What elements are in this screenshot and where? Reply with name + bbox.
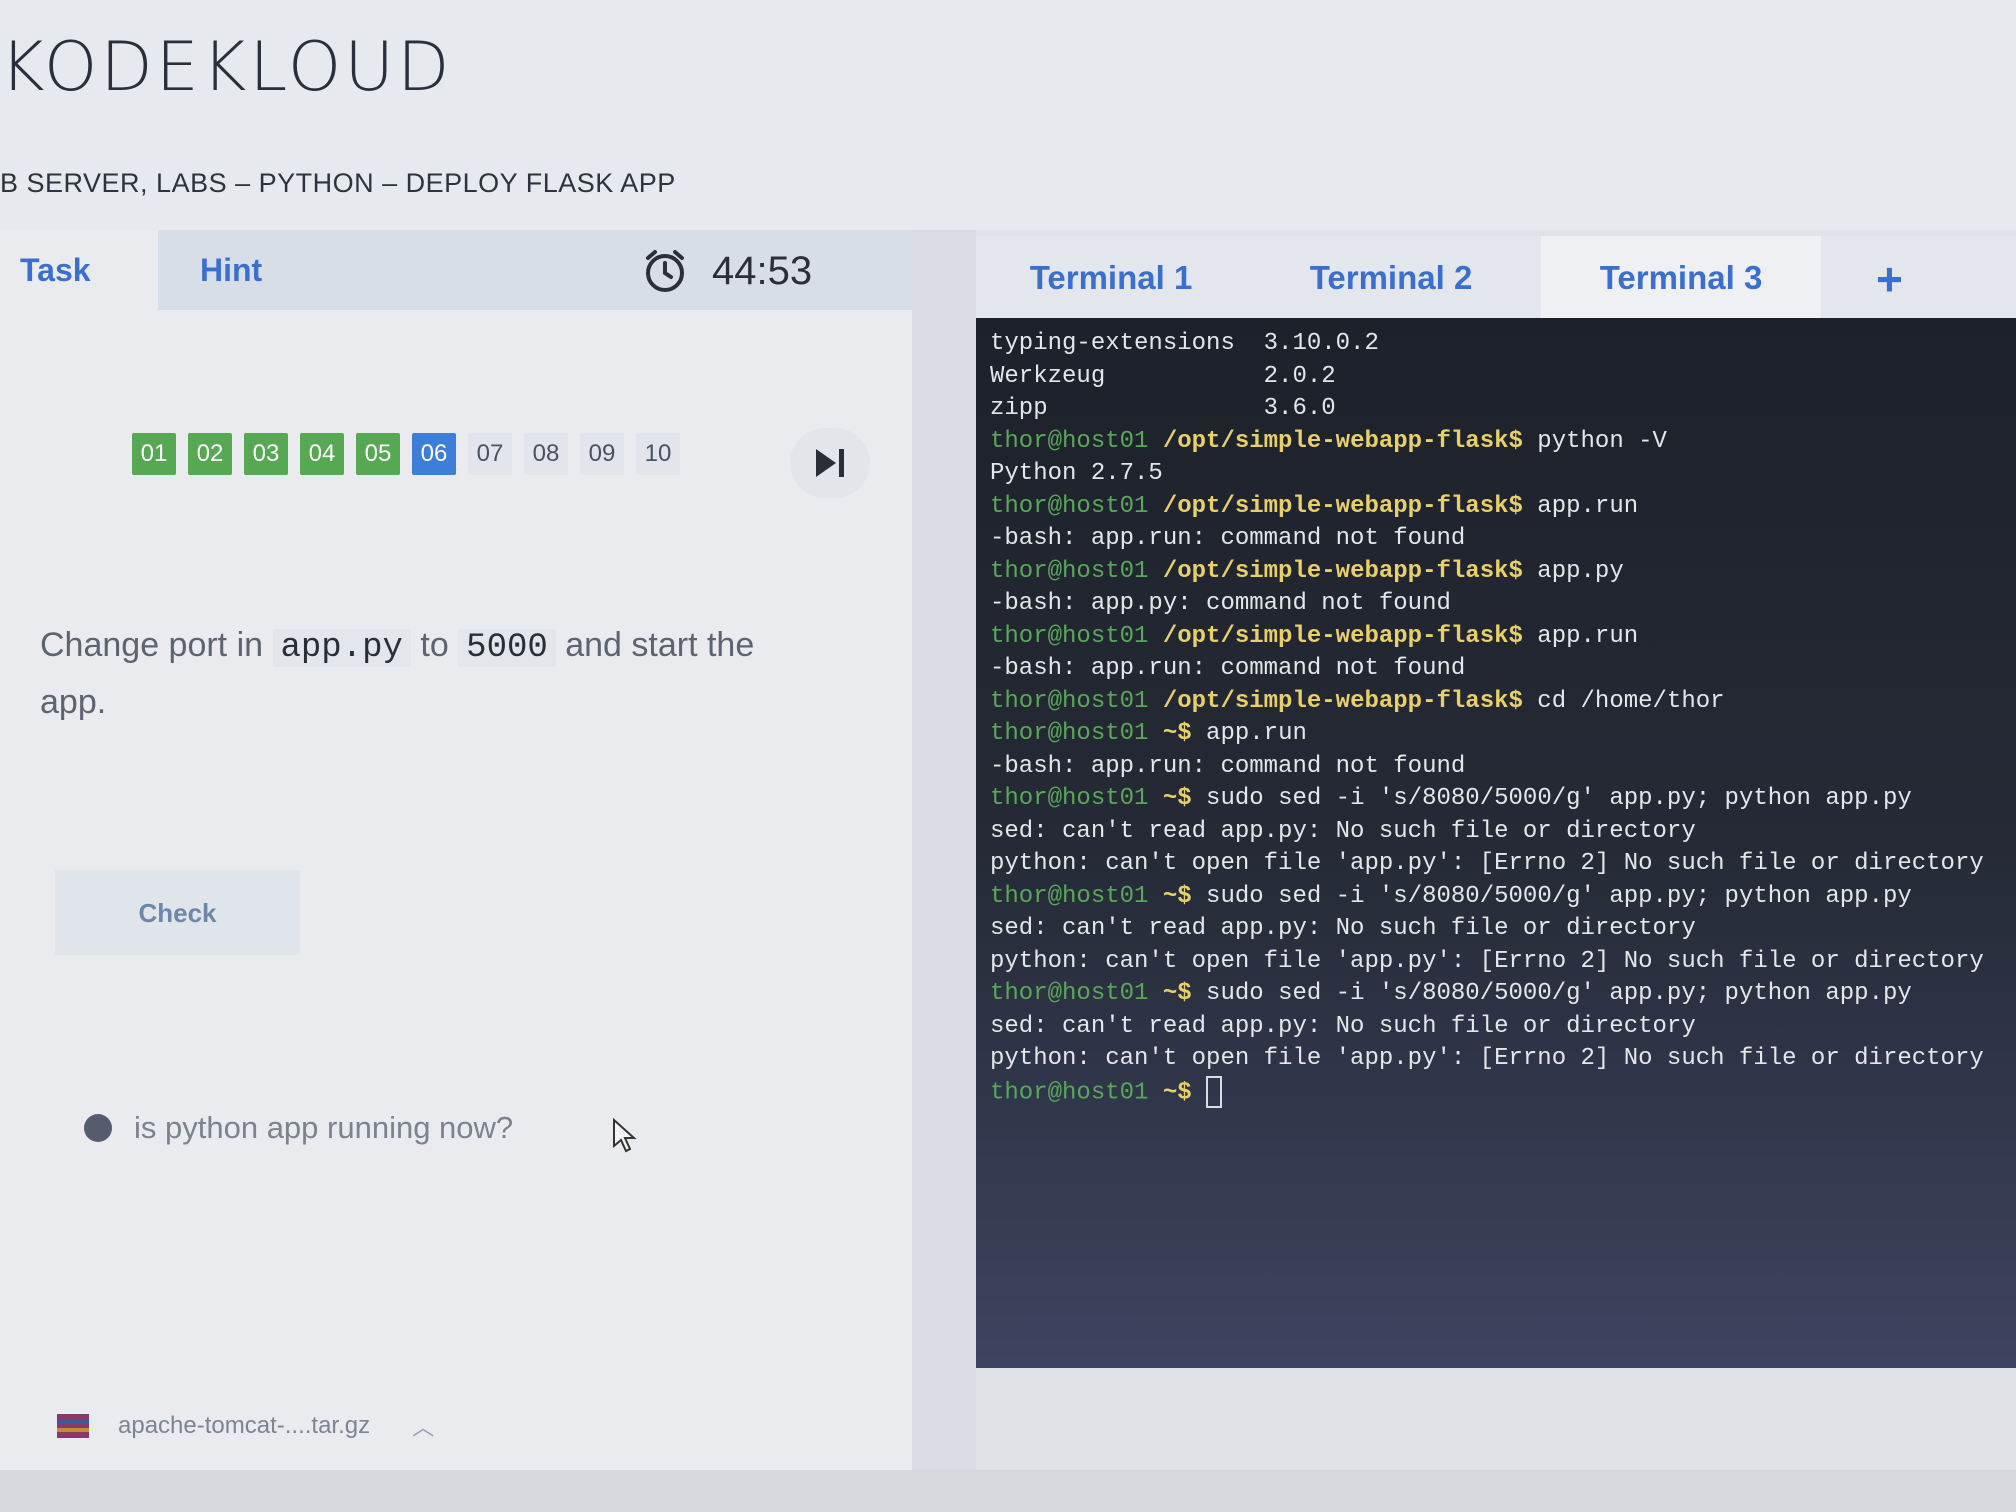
mouse-pointer-icon bbox=[613, 1118, 637, 1153]
tab-terminal-1[interactable]: Terminal 1 bbox=[976, 236, 1246, 320]
prompt-command: sudo sed -i 's/8080/5000/g' app.py; pyth… bbox=[1191, 980, 1912, 1007]
prompt-command bbox=[1192, 1079, 1206, 1106]
question-number-02[interactable]: 02 bbox=[188, 433, 232, 475]
prompt-command: app.run bbox=[1522, 492, 1639, 520]
terminal-line: -bash: app.run: command not found bbox=[990, 655, 1466, 682]
terminal-tabs: Terminal 1 Terminal 2 Terminal 3 bbox=[976, 236, 2016, 320]
tab-terminal-2[interactable]: Terminal 2 bbox=[1261, 236, 1521, 320]
panel-divider[interactable] bbox=[912, 230, 976, 1512]
question-number-03[interactable]: 03 bbox=[244, 433, 288, 475]
terminal-cursor bbox=[1206, 1075, 1223, 1108]
prompt-path: ~$ bbox=[1148, 882, 1192, 910]
download-item[interactable]: apache-tomcat-....tar.gz ︿ bbox=[56, 1410, 434, 1442]
prompt-user: thor@host01 bbox=[990, 687, 1149, 715]
question-number-09[interactable]: 09 bbox=[580, 433, 624, 475]
terminal-line: python: can't open file 'app.py': [Errno… bbox=[990, 850, 1984, 877]
add-terminal-button[interactable]: + bbox=[1876, 252, 1903, 306]
terminal-line: python: can't open file 'app.py': [Errno… bbox=[990, 947, 1984, 975]
prompt-command: sudo sed -i 's/8080/5000/g' app.py; pyth… bbox=[1191, 785, 1912, 812]
task-panel: Task Hint 44:53 01 02 03 04 05 06 07 08 09 10 Cha… bbox=[0, 230, 912, 1512]
prompt-path: ~$ bbox=[1148, 720, 1192, 747]
skip-next-button[interactable] bbox=[790, 428, 870, 498]
terminal-line: typing-extensions 3.10.0.2 bbox=[990, 330, 1379, 357]
prompt-command: cd /home/thor bbox=[1522, 687, 1725, 715]
question-number-06[interactable]: 06 bbox=[412, 433, 456, 475]
task-code-port: 5000 bbox=[458, 629, 556, 667]
prompt-user: thor@host01 bbox=[990, 882, 1149, 910]
terminal-line: python: can't open file 'app.py': [Errno… bbox=[990, 1045, 1984, 1072]
terminal-line: thor@host01 /opt/simple-webapp-flask$ cd… bbox=[990, 686, 2002, 719]
prompt-path: /opt/simple-webapp-flask$ bbox=[1148, 622, 1523, 650]
terminal-line: thor@host01 ~$ app.run bbox=[990, 718, 2002, 751]
question-text: is python app running now? bbox=[134, 1110, 514, 1145]
terminal-line: thor@host01 /opt/simple-webapp-flask$ ap… bbox=[990, 556, 2002, 589]
timer-value: 44:53 bbox=[712, 248, 813, 293]
prompt-command: app.run bbox=[1191, 720, 1307, 747]
prompt-user: thor@host01 bbox=[990, 427, 1149, 455]
prompt-user: thor@host01 bbox=[990, 720, 1149, 747]
terminal-line: thor@host01 ~$ sudo sed -i 's/8080/5000/… bbox=[990, 783, 2002, 816]
breadcrumb: B SERVER, LABS – PYTHON – DEPLOY FLASK A… bbox=[0, 168, 676, 198]
question-item[interactable]: is python app running now? bbox=[84, 1110, 513, 1146]
task-description: Change port in app.py to 5000 and start … bbox=[40, 618, 800, 729]
prompt-command: app.py bbox=[1522, 557, 1624, 585]
prompt-user: thor@host01 bbox=[990, 785, 1149, 812]
task-text-mid: to bbox=[410, 626, 459, 664]
prompt-command: sudo sed -i 's/8080/5000/g' app.py; pyth… bbox=[1191, 882, 1912, 910]
prompt-user: thor@host01 bbox=[990, 980, 1149, 1007]
terminal-output[interactable]: typing-extensions 3.10.0.2 Werkzeug 2.0.2… bbox=[976, 318, 2016, 1368]
kodekloud-logo: KODEKLOUD bbox=[0, 28, 453, 107]
prompt-path: /opt/simple-webapp-flask$ bbox=[1148, 427, 1523, 455]
tab-terminal-3[interactable]: Terminal 3 bbox=[1541, 236, 1821, 320]
terminal-line: thor@host01 ~$ bbox=[990, 1075, 2002, 1109]
terminal-line: sed: can't read app.py: No such file or … bbox=[990, 915, 1696, 942]
archive-file-icon bbox=[57, 1414, 89, 1438]
terminal-line: thor@host01 ~$ sudo sed -i 's/8080/5000/… bbox=[990, 881, 2002, 914]
radio-dot[interactable] bbox=[84, 1114, 112, 1142]
terminal-line: Werkzeug 2.0.2 bbox=[990, 362, 1336, 390]
task-tabs: Task Hint 44:53 bbox=[0, 230, 912, 310]
terminal-line: thor@host01 /opt/simple-webapp-flask$ ap… bbox=[990, 491, 2002, 524]
prompt-path: ~$ bbox=[1148, 1078, 1192, 1106]
prompt-command: python -V bbox=[1522, 427, 1667, 455]
check-button[interactable]: Check bbox=[55, 870, 300, 955]
prompt-path: /opt/simple-webapp-flask$ bbox=[1148, 687, 1523, 715]
task-text-prefix: Change port in bbox=[40, 626, 273, 664]
terminal-line: -bash: app.py: command not found bbox=[990, 590, 1451, 617]
terminal-line: Python 2.7.5 bbox=[990, 460, 1163, 487]
terminal-line: thor@host01 /opt/simple-webapp-flask$ ap… bbox=[990, 621, 2002, 654]
question-number-10[interactable]: 10 bbox=[636, 433, 680, 475]
terminal-line: -bash: app.run: command not found bbox=[990, 525, 1466, 552]
prompt-user: thor@host01 bbox=[990, 1078, 1149, 1106]
terminal-line: sed: can't read app.py: No such file or … bbox=[990, 817, 1696, 845]
timer: 44:53 bbox=[640, 244, 812, 298]
task-code-file: app.py bbox=[272, 629, 411, 667]
question-number-08[interactable]: 08 bbox=[524, 433, 568, 475]
chevron-up-icon[interactable]: ︿ bbox=[412, 1410, 434, 1442]
question-navigator: 01 02 03 04 05 06 07 08 09 10 bbox=[132, 433, 680, 475]
terminal-line: thor@host01 ~$ sudo sed -i 's/8080/5000/… bbox=[990, 978, 2002, 1011]
prompt-user: thor@host01 bbox=[990, 492, 1149, 520]
prompt-path: ~$ bbox=[1148, 785, 1192, 812]
question-number-07[interactable]: 07 bbox=[468, 433, 512, 475]
os-taskbar bbox=[0, 1470, 2016, 1512]
terminal-line: sed: can't read app.py: No such file or … bbox=[990, 1012, 1696, 1040]
terminal-line: -bash: app.run: command not found bbox=[990, 752, 1466, 780]
prompt-path: ~$ bbox=[1148, 980, 1192, 1007]
question-number-05[interactable]: 05 bbox=[356, 433, 400, 475]
download-filename: apache-tomcat-....tar.gz bbox=[118, 1412, 371, 1439]
prompt-path: /opt/simple-webapp-flask$ bbox=[1148, 492, 1523, 520]
tab-task[interactable]: Task bbox=[0, 230, 158, 310]
prompt-user: thor@host01 bbox=[990, 622, 1149, 650]
terminal-line: zipp 3.6.0 bbox=[990, 395, 1336, 422]
prompt-path: /opt/simple-webapp-flask$ bbox=[1148, 557, 1523, 585]
skip-next-icon bbox=[816, 449, 844, 477]
tab-hint[interactable]: Hint bbox=[200, 230, 262, 310]
alarm-clock-icon bbox=[646, 250, 684, 292]
question-number-01[interactable]: 01 bbox=[132, 433, 176, 475]
prompt-user: thor@host01 bbox=[990, 557, 1149, 585]
terminal-line: thor@host01 /opt/simple-webapp-flask$ py… bbox=[990, 426, 2002, 459]
question-number-04[interactable]: 04 bbox=[300, 433, 344, 475]
prompt-command: app.run bbox=[1522, 622, 1639, 650]
